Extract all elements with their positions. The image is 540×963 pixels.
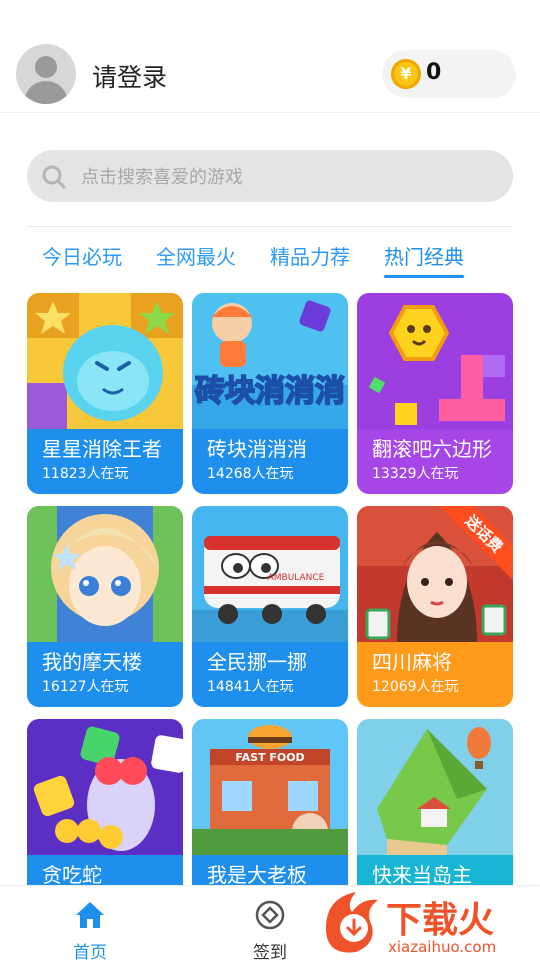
login-button[interactable]: 请登录 — [92, 58, 167, 94]
game-card[interactable]: 星星消除王者 11823人在玩 — [27, 293, 183, 494]
game-players: 14268人在玩 — [207, 466, 294, 482]
coin-count: 0 — [426, 60, 442, 85]
game-card[interactable]: 贪吃蛇 — [27, 719, 183, 885]
game-art-big-boss: FAST FOOD — [192, 719, 348, 855]
game-card[interactable]: AMBULANCE 全民挪一挪 14841人在玩 — [192, 506, 348, 707]
game-card[interactable]: 送话费 四川麻将 12069人在玩 — [357, 506, 513, 707]
game-art-title: 砖块消消消 — [195, 374, 345, 409]
watermark-logo: 下载火 xiazaihuo.com — [326, 892, 496, 956]
game-art-hexagon-roll — [357, 293, 513, 429]
coin-balance[interactable]: ¥ 0 — [382, 50, 516, 98]
game-info: 贪吃蛇 — [27, 855, 183, 885]
game-name: 星星消除王者 — [42, 437, 162, 461]
game-players: 12069人在玩 — [372, 679, 459, 695]
game-players: 14841人在玩 — [207, 679, 294, 695]
watermark-url: xiazaihuo.com — [388, 938, 496, 956]
game-card[interactable]: 砖块消消消 砖块消消消 14268人在玩 — [192, 293, 348, 494]
game-grid: 星星消除王者 11823人在玩 砖块消消消 砖块消消消 14268人在玩 翻滚吧… — [27, 293, 513, 885]
game-info: 砖块消消消 14268人在玩 — [192, 429, 348, 494]
avatar[interactable] — [16, 44, 76, 104]
game-art-island-owner — [357, 719, 513, 855]
tab-classic[interactable]: 热门经典 — [384, 242, 464, 278]
search-input[interactable] — [79, 150, 503, 204]
game-info: 翻滚吧六边形 13329人在玩 — [357, 429, 513, 494]
home-icon — [76, 902, 104, 928]
game-name: 四川麻将 — [372, 650, 452, 674]
game-info: 全民挪一挪 14841人在玩 — [192, 642, 348, 707]
game-art-title: AMBULANCE — [268, 573, 325, 583]
game-art-star-blast — [27, 293, 183, 429]
nav-checkin[interactable]: 签到 — [225, 894, 315, 963]
game-name: 砖块消消消 — [207, 437, 307, 461]
check-in-icon — [255, 900, 285, 930]
game-info: 四川麻将 12069人在玩 — [357, 642, 513, 707]
watermark-brand: 下载火 — [386, 900, 494, 941]
game-info: 我的摩天楼 16127人在玩 — [27, 642, 183, 707]
game-info: 星星消除王者 11823人在玩 — [27, 429, 183, 494]
coin-icon: ¥ — [391, 59, 421, 89]
avatar-head — [35, 56, 57, 78]
game-card[interactable]: FAST FOOD 我是大老板 — [192, 719, 348, 885]
game-players: 13329人在玩 — [372, 466, 459, 482]
game-name: 快来当岛主 — [372, 863, 472, 885]
game-name: 全民挪一挪 — [207, 650, 307, 674]
tab-recommended[interactable]: 精品力荐 — [270, 242, 350, 278]
game-players: 11823人在玩 — [42, 466, 129, 482]
tab-hottest[interactable]: 全网最火 — [156, 242, 236, 278]
game-players: 16127人在玩 — [42, 679, 129, 695]
game-art-skyscraper — [27, 506, 183, 642]
game-name: 我是大老板 — [207, 863, 307, 885]
divider — [27, 226, 513, 227]
search-icon — [42, 165, 66, 189]
game-art-snake — [27, 719, 183, 855]
category-tabs: 今日必玩 全网最火 精品力荐 热门经典 — [0, 242, 540, 282]
nav-home[interactable]: 首页 — [45, 894, 135, 963]
tab-today[interactable]: 今日必玩 — [42, 242, 122, 278]
nav-home-label: 首页 — [73, 943, 107, 963]
header: 请登录 ¥ 0 — [0, 0, 540, 113]
game-card[interactable]: 快来当岛主 — [357, 719, 513, 885]
search-bar[interactable] — [27, 150, 513, 204]
game-name: 我的摩天楼 — [42, 650, 142, 674]
game-art-brick-clear: 砖块消消消 — [192, 293, 348, 429]
game-info: 快来当岛主 — [357, 855, 513, 885]
game-card[interactable]: 我的摩天楼 16127人在玩 — [27, 506, 183, 707]
game-art-title: FAST FOOD — [235, 751, 304, 764]
game-art-ambulance-train: AMBULANCE — [192, 506, 348, 642]
game-name: 翻滚吧六边形 — [372, 437, 492, 461]
game-card[interactable]: 翻滚吧六边形 13329人在玩 — [357, 293, 513, 494]
game-name: 贪吃蛇 — [42, 863, 102, 885]
game-info: 我是大老板 — [192, 855, 348, 885]
nav-checkin-label: 签到 — [253, 943, 287, 963]
avatar-body — [24, 81, 68, 104]
